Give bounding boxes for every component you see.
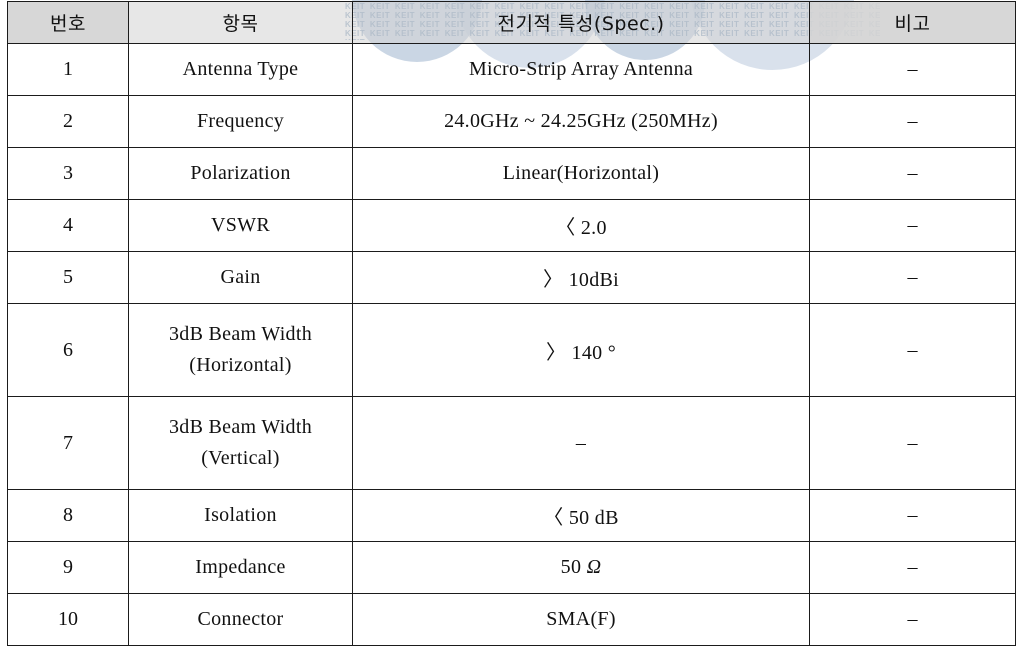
cell-spec: – [352,396,810,490]
table-row: 4 VSWR 〈 2.0– [7,199,1016,252]
cell-no: 6 [7,303,129,397]
cell-spec: Linear(Horizontal) [352,147,810,200]
cell-item: 3dB Beam Width (Vertical) [128,396,353,490]
table-row: 1 Antenna Type Micro-Strip Array Antenna – [7,43,1016,96]
cell-item: Impedance [128,541,353,594]
column-header-no: 번호 [7,1,129,44]
table-row: 2 Frequency 24.0GHz ~ 24.25GHz (250MHz) – [7,95,1016,148]
cell-no: 10 [7,593,129,646]
cell-item: VSWR [128,199,353,252]
column-header-item: 항목 [128,1,353,44]
cell-spec: 50 Ω [352,541,810,594]
cell-no: 1 [7,43,129,96]
antenna-spec-table-container: 번호 항목 전기적 특성(Spec.) 비고 1 Antenna Type Micr… [7,1,1016,646]
cell-spec: 〈 2.0 [352,199,810,252]
cell-note: – [809,147,1016,200]
antenna-spec-table: 번호 항목 전기적 특성(Spec.) 비고 1 Antenna Type Micr… [7,1,1016,646]
cell-note: – [809,43,1016,96]
cell-item: 3dB Beam Width (Horizontal) [128,303,353,397]
cell-spec: 〈 50 dB [352,489,810,542]
cell-note: – [809,541,1016,594]
table-row: 10 Connector SMA(F) – [7,593,1016,646]
table-body: 1 Antenna Type Micro-Strip Array Antenna –2… [7,43,1016,646]
cell-spec: Micro-Strip Array Antenna [352,43,810,96]
cell-no: 8 [7,489,129,542]
cell-item-line1: 3dB Beam Width [168,323,313,345]
table-header: 번호 항목 전기적 특성(Spec.) 비고 [7,1,1016,44]
table-row: 8 Isolation 〈 50 dB – [7,489,1016,542]
cell-spec: SMA(F) [352,593,810,646]
cell-note: – [809,95,1016,148]
cell-item: Connector [128,593,353,646]
cell-note: – [809,251,1016,304]
header-row: 번호 항목 전기적 특성(Spec.) 비고 [7,1,1016,44]
cell-spec: 〉 10dBi [352,251,810,304]
cell-no: 2 [7,95,129,148]
column-header-spec: 전기적 특성(Spec.) [352,1,810,44]
cell-item: Gain [128,251,353,304]
cell-note: – [809,199,1016,252]
cell-note: – [809,489,1016,542]
cell-no: 3 [7,147,129,200]
cell-spec: 24.0GHz ~ 24.25GHz (250MHz) [352,95,810,148]
cell-no: 7 [7,396,129,490]
table-row: 3 Polarization Linear(Horizontal) – [7,147,1016,200]
cell-item-line1: 3dB Beam Width [168,416,313,438]
cell-item: Isolation [128,489,353,542]
cell-no: 5 [7,251,129,304]
table-row: 7 3dB Beam Width (Vertical) – – [7,396,1016,490]
cell-note: – [809,303,1016,397]
cell-item-line2: (Horizontal) [189,354,292,376]
column-header-note: 비고 [809,1,1016,44]
table-row: 9 Impedance 50 Ω – [7,541,1016,594]
cell-item: Antenna Type [128,43,353,96]
cell-item: Frequency [128,95,353,148]
cell-spec: 〉 140 ° [352,303,810,397]
cell-no: 4 [7,199,129,252]
cell-note: – [809,396,1016,490]
cell-item-line2: (Vertical) [201,447,280,469]
cell-no: 9 [7,541,129,594]
cell-item: Polarization [128,147,353,200]
table-row: 6 3dB Beam Width (Horizontal) 〉 140 ° – [7,303,1016,397]
cell-note: – [809,593,1016,646]
table-row: 5 Gain 〉 10dBi – [7,251,1016,304]
